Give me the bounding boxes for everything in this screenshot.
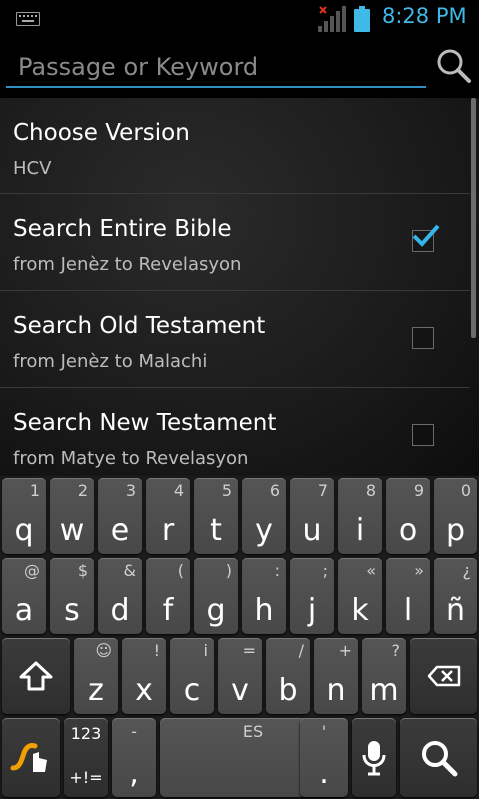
key-p[interactable]: 0p	[434, 478, 477, 554]
shift-key[interactable]	[2, 638, 70, 714]
choose-version-title: Choose Version	[13, 120, 190, 146]
battery-icon	[354, 6, 370, 32]
key-e[interactable]: 3e	[98, 478, 142, 554]
key-n-tilde[interactable]: ¿ ñ	[434, 558, 477, 634]
key-y[interactable]: 6y	[242, 478, 286, 554]
search-options-panel: Choose Version HCV Search Entire Bible f…	[0, 36, 479, 476]
checkmark-icon	[412, 224, 440, 247]
status-bar: 8:28 PM	[0, 0, 479, 36]
key-w[interactable]: 2w	[50, 478, 94, 554]
period-key-hint: '	[321, 722, 327, 741]
key-a[interactable]: @ a	[2, 558, 46, 634]
swype-icon	[10, 742, 47, 772]
key-l[interactable]: » l	[386, 558, 430, 634]
swype-key[interactable]	[2, 718, 60, 797]
choose-version-item[interactable]: Choose Version HCV	[0, 98, 470, 195]
scrollbar[interactable]	[471, 98, 476, 338]
choose-version-value: HCV	[13, 158, 52, 179]
voice-input-key[interactable]	[352, 718, 396, 797]
key-j[interactable]: ; j	[290, 558, 334, 634]
key-s[interactable]: $ s	[50, 558, 94, 634]
key-x[interactable]: ! x	[122, 638, 166, 714]
period-key[interactable]: ' .	[300, 718, 348, 797]
search-entire-bible-checkbox[interactable]	[412, 224, 440, 252]
clock: 8:28 PM	[382, 4, 467, 28]
search-old-testament-range: from Jenèz to Malachi	[13, 351, 208, 372]
key-g[interactable]: ) g	[194, 558, 238, 634]
key-h[interactable]: :h	[242, 558, 286, 634]
period-key-label: .	[319, 756, 329, 791]
search-input[interactable]	[6, 48, 426, 88]
key-z[interactable]: ☺ z	[74, 638, 118, 714]
signal-icon	[318, 6, 346, 32]
key-o[interactable]: 9o	[386, 478, 430, 554]
key-t[interactable]: 5t	[194, 478, 238, 554]
keyboard: 1q 2w 3e 4r 5t 6y 7u 8i 9o 0p @ a $ s & d (…	[0, 476, 479, 799]
search-entire-bible-title: Search Entire Bible	[13, 216, 232, 242]
keyboard-notification-icon	[16, 12, 40, 26]
search-new-testament-range: from Matye to Revelasyon	[13, 448, 249, 469]
symbols-key-top-label: 123	[70, 724, 102, 743]
search-icon[interactable]	[436, 48, 472, 84]
search-entire-bible-range: from Jenèz to Revelasyon	[13, 254, 242, 275]
search-old-testament-checkbox[interactable]	[412, 327, 434, 349]
key-n[interactable]: + n	[314, 638, 358, 714]
key-d[interactable]: & d	[98, 558, 142, 634]
backspace-icon	[427, 665, 460, 687]
search-entire-bible-item[interactable]: Search Entire Bible from Jenèz to Revela…	[0, 193, 470, 290]
microphone-icon	[362, 740, 386, 775]
key-v[interactable]: = v	[218, 638, 262, 714]
symbols-key-bottom-label: +!=	[69, 768, 103, 787]
search-icon	[421, 740, 457, 776]
key-b[interactable]: / b	[266, 638, 310, 714]
comma-key-label: ,	[129, 756, 139, 791]
key-i[interactable]: 8i	[338, 478, 382, 554]
search-new-testament-title: Search New Testament	[13, 410, 277, 436]
search-bar	[0, 36, 479, 98]
backspace-key[interactable]	[410, 638, 477, 714]
search-new-testament-checkbox[interactable]	[412, 424, 434, 446]
shift-icon	[19, 661, 53, 691]
key-u[interactable]: 7u	[290, 478, 334, 554]
search-new-testament-item[interactable]: Search New Testament from Matye to Revel…	[0, 387, 470, 484]
key-q[interactable]: 1q	[2, 478, 46, 554]
key-m[interactable]: ? m	[362, 638, 406, 714]
search-old-testament-title: Search Old Testament	[13, 313, 266, 339]
key-f[interactable]: (f	[146, 558, 190, 634]
search-old-testament-item[interactable]: Search Old Testament from Jenèz to Malac…	[0, 290, 470, 387]
search-key[interactable]	[400, 718, 477, 797]
key-r[interactable]: 4r	[146, 478, 190, 554]
comma-key-hint: -	[131, 722, 137, 741]
comma-key[interactable]: - ,	[112, 718, 156, 797]
key-k[interactable]: «k	[338, 558, 382, 634]
key-c[interactable]: ic	[170, 638, 214, 714]
symbols-key[interactable]: 123 +!=	[64, 718, 108, 797]
